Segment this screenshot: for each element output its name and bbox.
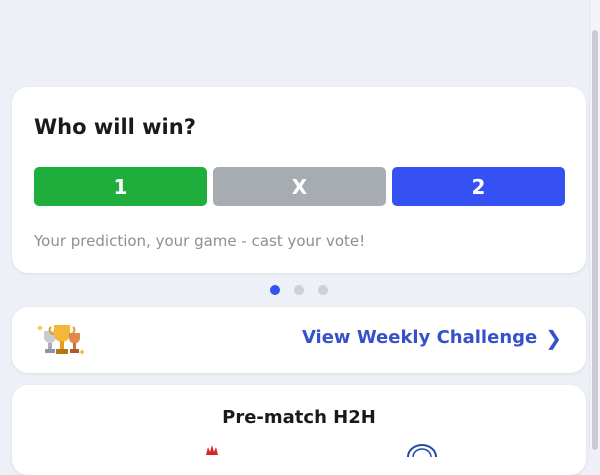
carousel-dot-1[interactable] bbox=[270, 285, 280, 295]
carousel-dots bbox=[270, 285, 328, 295]
home-team-crest-icon bbox=[206, 445, 218, 455]
poll-title: Who will win? bbox=[34, 115, 196, 139]
challenge-link-label: View Weekly Challenge bbox=[301, 327, 538, 348]
away-team-crest-icon bbox=[407, 444, 437, 457]
vote-away-button[interactable]: 2 bbox=[392, 167, 565, 206]
vote-home-button[interactable]: 1 bbox=[34, 167, 207, 206]
carousel-dot-3[interactable] bbox=[318, 285, 328, 295]
chevron-right-icon: ❯ bbox=[545, 325, 562, 350]
view-weekly-challenge-link[interactable]: View Weekly Challenge ❯ bbox=[302, 327, 562, 348]
vote-draw-button[interactable]: X bbox=[213, 167, 386, 206]
h2h-title: Pre-match H2H bbox=[222, 407, 376, 428]
carousel-dot-2[interactable] bbox=[294, 285, 304, 295]
page-scrollbar[interactable] bbox=[589, 0, 600, 450]
weekly-challenge-card[interactable]: View Weekly Challenge ❯ bbox=[12, 307, 586, 373]
trophies-icon bbox=[37, 325, 85, 355]
prematch-h2h-card: Pre-match H2H bbox=[12, 385, 586, 475]
poll-options: 1 X 2 bbox=[34, 167, 565, 206]
prediction-poll-card: Who will win? 1 X 2 Your prediction, you… bbox=[12, 87, 586, 273]
scrollbar-thumb[interactable] bbox=[592, 30, 598, 450]
poll-subtitle: Your prediction, your game - cast your v… bbox=[34, 232, 366, 250]
